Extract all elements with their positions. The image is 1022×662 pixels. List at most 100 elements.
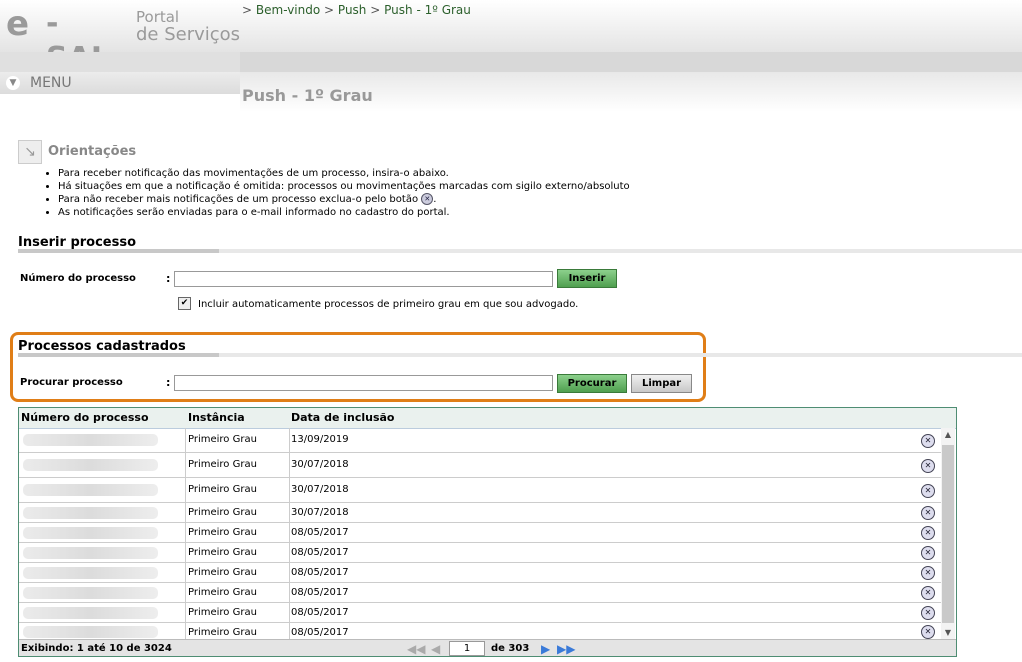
orientacao-text: Há situações em que a notificação é omit…	[58, 181, 630, 192]
blurred-process-number	[23, 459, 158, 471]
column-header-data[interactable]: Data de inclusão	[291, 411, 394, 424]
table-footer: Exibindo: 1 até 10 de 3024 ◀◀ ◀ 1 de 303…	[19, 639, 956, 656]
inserir-section-title: Inserir processo	[18, 235, 137, 250]
data-cell: 08/05/2017	[291, 607, 349, 618]
data-cell: 08/05/2017	[291, 567, 349, 578]
table-row[interactable]: Primeiro Grau 08/05/2017 ✕	[19, 543, 941, 563]
limpar-button[interactable]: Limpar	[631, 374, 692, 393]
inserir-button[interactable]: Inserir	[557, 269, 617, 288]
page-number-input[interactable]: 1	[449, 641, 485, 656]
delete-icon[interactable]: ✕	[921, 506, 935, 520]
instancia-cell: Primeiro Grau	[188, 484, 257, 495]
procurar-processo-input[interactable]	[174, 375, 553, 391]
table-row[interactable]: Primeiro Grau 30/07/2018 ✕	[19, 453, 941, 478]
last-page-icon[interactable]: ▶▶	[557, 642, 575, 656]
instancia-cell: Primeiro Grau	[188, 587, 257, 598]
delete-icon[interactable]: ✕	[921, 586, 935, 600]
data-cell: 08/05/2017	[291, 627, 349, 638]
section-divider	[18, 249, 1022, 253]
scroll-down-arrow-icon[interactable]: ▼	[941, 626, 955, 640]
delete-icon[interactable]: ✕	[921, 526, 935, 540]
orientacao-item: Há situações em que a notificação é omit…	[58, 180, 630, 193]
breadcrumb-item-push[interactable]: Push	[338, 3, 367, 17]
next-page-icon[interactable]: ▶	[541, 642, 550, 656]
orientacao-text: Para receber notificação das movimentaçõ…	[58, 168, 449, 179]
delete-icon[interactable]: ✕	[921, 566, 935, 580]
table-row[interactable]: Primeiro Grau 08/05/2017 ✕	[19, 523, 941, 543]
esaj-logo[interactable]: e -SAJ Portal de Serviços	[6, 4, 240, 76]
instancia-cell: Primeiro Grau	[188, 607, 257, 618]
auto-include-checkbox[interactable]: ✔	[178, 297, 191, 310]
instancia-cell: Primeiro Grau	[188, 527, 257, 538]
data-cell: 30/07/2018	[291, 507, 349, 518]
menu-label: MENU	[30, 75, 72, 91]
breadcrumb-item-bem-vindo[interactable]: Bem-vindo	[256, 3, 320, 17]
blurred-process-number	[23, 484, 158, 496]
blurred-process-number	[23, 587, 158, 599]
table-scrollbar[interactable]: ▲ ▼	[941, 428, 955, 640]
delete-icon[interactable]: ✕	[921, 434, 935, 448]
procurar-processo-label: Procurar processo	[20, 377, 123, 388]
delete-icon[interactable]: ✕	[921, 484, 935, 498]
logo-servicos: de Serviços	[136, 24, 241, 45]
table-row[interactable]: Primeiro Grau 08/05/2017 ✕	[19, 583, 941, 603]
page-count-text: de 303	[491, 643, 530, 654]
blurred-process-number	[23, 567, 158, 579]
instancia-cell: Primeiro Grau	[188, 547, 257, 558]
column-header-numero[interactable]: Número do processo	[21, 411, 149, 424]
table-row[interactable]: Primeiro Grau 13/09/2019 ✕	[19, 428, 941, 453]
procurar-button[interactable]: Procurar	[557, 374, 627, 393]
table-row[interactable]: Primeiro Grau 08/05/2017 ✕	[19, 623, 941, 640]
data-cell: 08/05/2017	[291, 527, 349, 538]
numero-processo-input[interactable]	[174, 271, 553, 287]
page-title: Push - 1º Grau	[242, 86, 373, 105]
first-page-icon[interactable]: ◀◀	[407, 642, 425, 656]
blurred-process-number	[23, 607, 158, 619]
menu-toggle[interactable]: ▼ MENU	[0, 72, 240, 94]
blurred-process-number	[23, 507, 158, 519]
instancia-cell: Primeiro Grau	[188, 567, 257, 578]
data-cell: 08/05/2017	[291, 587, 349, 598]
delete-icon[interactable]: ✕	[921, 546, 935, 560]
header: e -SAJ Portal de Serviços	[0, 0, 1022, 76]
orientacao-text: Para não receber mais notificações de um…	[58, 194, 419, 205]
orientacao-text: As notificações serão enviadas para o e-…	[58, 207, 450, 218]
data-cell: 08/05/2017	[291, 547, 349, 558]
table-row[interactable]: Primeiro Grau 08/05/2017 ✕	[19, 603, 941, 623]
column-header-instancia[interactable]: Instância	[188, 411, 245, 424]
table-row[interactable]: Primeiro Grau 30/07/2018 ✕	[19, 503, 941, 523]
logo-e: e	[6, 4, 29, 44]
cadastrados-section-title: Processos cadastrados	[18, 339, 186, 354]
orientacao-item: As notificações serão enviadas para o e-…	[58, 206, 630, 219]
data-cell: 30/07/2018	[291, 484, 349, 495]
delete-icon[interactable]: ✕	[921, 625, 935, 639]
section-divider	[18, 353, 1022, 357]
numero-processo-label: Número do processo	[20, 273, 136, 284]
blurred-process-number	[23, 527, 158, 539]
scroll-up-arrow-icon[interactable]: ▲	[941, 428, 955, 442]
breadcrumb-item-push-1-grau: Push - 1º Grau	[384, 3, 471, 17]
instancia-cell: Primeiro Grau	[188, 434, 257, 445]
table-row[interactable]: Primeiro Grau 30/07/2018 ✕	[19, 478, 941, 503]
instancia-cell: Primeiro Grau	[188, 459, 257, 470]
breadcrumb-sep: >	[370, 3, 381, 17]
orientacoes-title: Orientações	[48, 144, 137, 159]
label-colon: :	[166, 376, 171, 389]
blurred-process-number	[23, 547, 158, 559]
table-row[interactable]: Primeiro Grau 08/05/2017 ✕	[19, 563, 941, 583]
auto-include-label: Incluir automaticamente processos de pri…	[198, 299, 579, 310]
instancia-cell: Primeiro Grau	[188, 627, 257, 638]
arrow-down-right-icon: ↘	[18, 140, 42, 164]
delete-circle-icon: ✕	[421, 193, 434, 205]
blurred-process-number	[23, 434, 158, 446]
data-cell: 13/09/2019	[291, 434, 349, 445]
breadcrumb-bar	[0, 52, 1022, 72]
scroll-thumb[interactable]	[942, 445, 954, 623]
table-header: Número do processo Instância Data de inc…	[19, 408, 956, 429]
orientacao-item: Para não receber mais notificações de um…	[58, 193, 630, 206]
delete-icon[interactable]: ✕	[921, 606, 935, 620]
prev-page-icon[interactable]: ◀	[431, 642, 440, 656]
exibindo-text: Exibindo: 1 até 10 de 3024	[21, 643, 172, 654]
breadcrumb: > Bem-vindo > Push > Push - 1º Grau	[242, 3, 471, 17]
delete-icon[interactable]: ✕	[921, 459, 935, 473]
